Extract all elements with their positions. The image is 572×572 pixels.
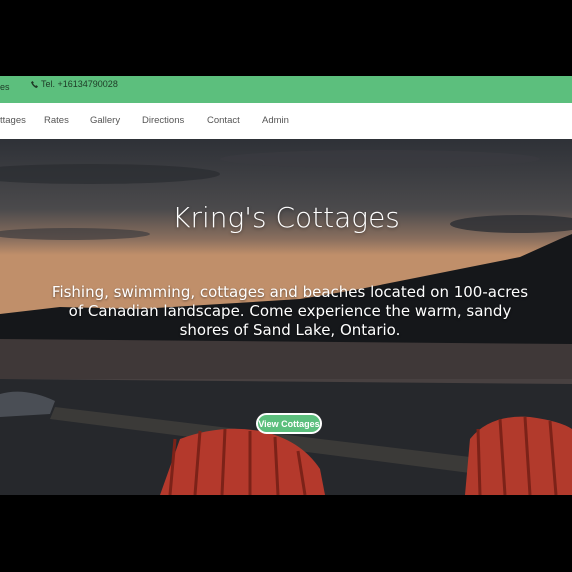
nav-item-admin[interactable]: Admin: [262, 115, 289, 126]
hero-description: Fishing, swimming, cottages and beaches …: [51, 283, 529, 339]
phone-icon: [31, 80, 38, 88]
top-bar-text-fragment: es: [0, 82, 10, 92]
view-cottages-button[interactable]: View Cottages: [256, 413, 322, 434]
phone-contact[interactable]: Tel. +16134790028: [31, 79, 118, 89]
phone-number: Tel. +16134790028: [41, 79, 118, 89]
nav-item-contact[interactable]: Contact: [207, 115, 240, 126]
nav-item-cottages[interactable]: ttages: [0, 115, 26, 126]
hero-banner: Kring's Cottages Fishing, swimming, cott…: [0, 139, 572, 495]
top-contact-bar: es Tel. +16134790028: [0, 76, 572, 103]
main-navigation: ttages Rates Gallery Directions Contact …: [0, 103, 572, 140]
nav-item-directions[interactable]: Directions: [142, 115, 184, 126]
nav-item-gallery[interactable]: Gallery: [90, 115, 120, 126]
nav-item-rates[interactable]: Rates: [44, 115, 69, 126]
hero-title: Kring's Cottages: [172, 201, 400, 234]
